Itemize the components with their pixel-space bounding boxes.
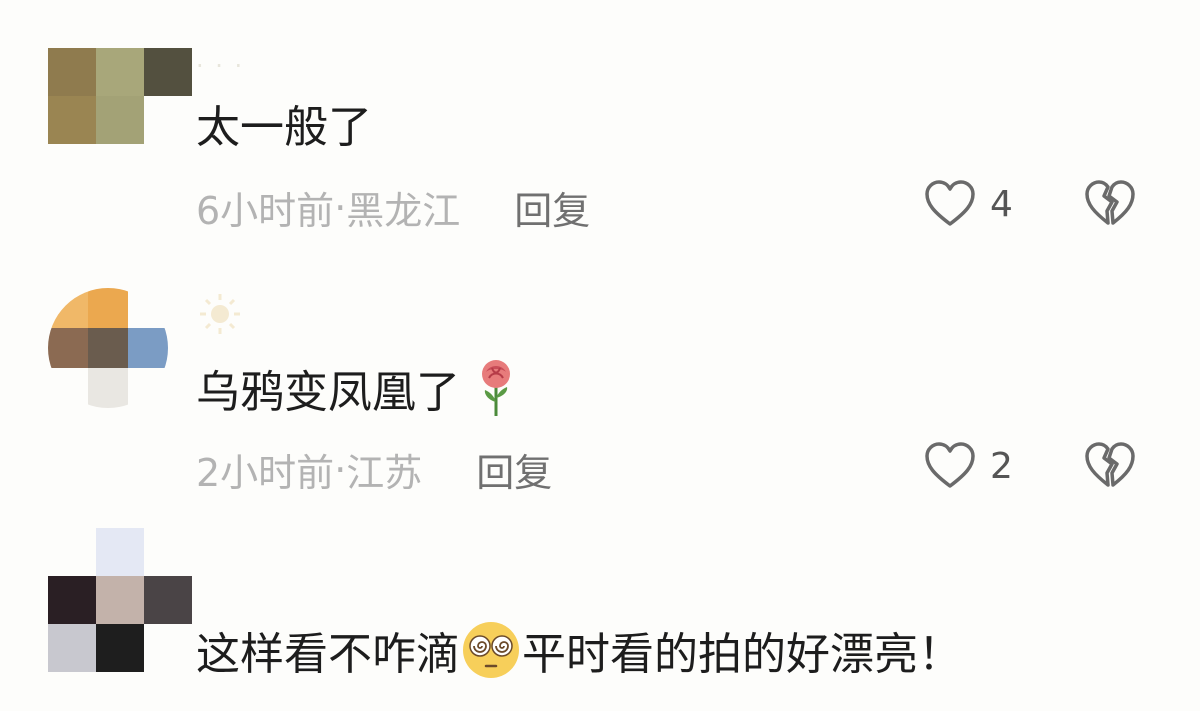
rose-icon [474, 358, 518, 432]
separator: · [334, 447, 347, 492]
comment-text-before: 这样看不咋滴 [196, 629, 460, 680]
heart-icon [925, 442, 975, 488]
sun-icon [196, 292, 244, 340]
like-button[interactable]: 4 [924, 180, 1013, 228]
comment-text: 乌鸦变凤凰了 [196, 358, 518, 432]
dizzy-face-icon [460, 620, 522, 694]
comment-text: 太一般了 [196, 102, 372, 153]
location: 黑龙江 [346, 189, 461, 233]
comment-meta: 2小时前 · 江苏 回复 [196, 442, 552, 497]
timestamp: 6小时前 [196, 189, 335, 233]
broken-heart-icon [1085, 180, 1135, 225]
comment-meta: 6小时前 · 黑龙江 回复 [196, 180, 590, 235]
avatar[interactable] [48, 528, 192, 672]
location: 江苏 [346, 451, 423, 495]
avatar[interactable] [48, 288, 168, 408]
comment-text-after: 平时看的拍的好漂亮！ [522, 629, 962, 680]
separator: · [334, 185, 347, 230]
comment-text: 这样看不咋滴 平时看的拍的好漂亮！ [196, 620, 962, 694]
avatar[interactable] [48, 48, 192, 192]
reply-button[interactable]: 回复 [476, 442, 552, 497]
like-count: 2 [990, 445, 1013, 487]
dislike-button[interactable] [1084, 180, 1136, 232]
reply-button[interactable]: 回复 [514, 180, 590, 235]
like-button[interactable]: 2 [924, 442, 1013, 490]
like-count: 4 [990, 183, 1013, 225]
username[interactable]: · · · [196, 52, 244, 80]
heart-icon [925, 180, 975, 226]
broken-heart-icon [1085, 442, 1135, 487]
timestamp: 2小时前 [196, 451, 335, 495]
comment-text-content: 乌鸦变凤凰了 [196, 367, 460, 418]
dislike-button[interactable] [1084, 442, 1136, 494]
